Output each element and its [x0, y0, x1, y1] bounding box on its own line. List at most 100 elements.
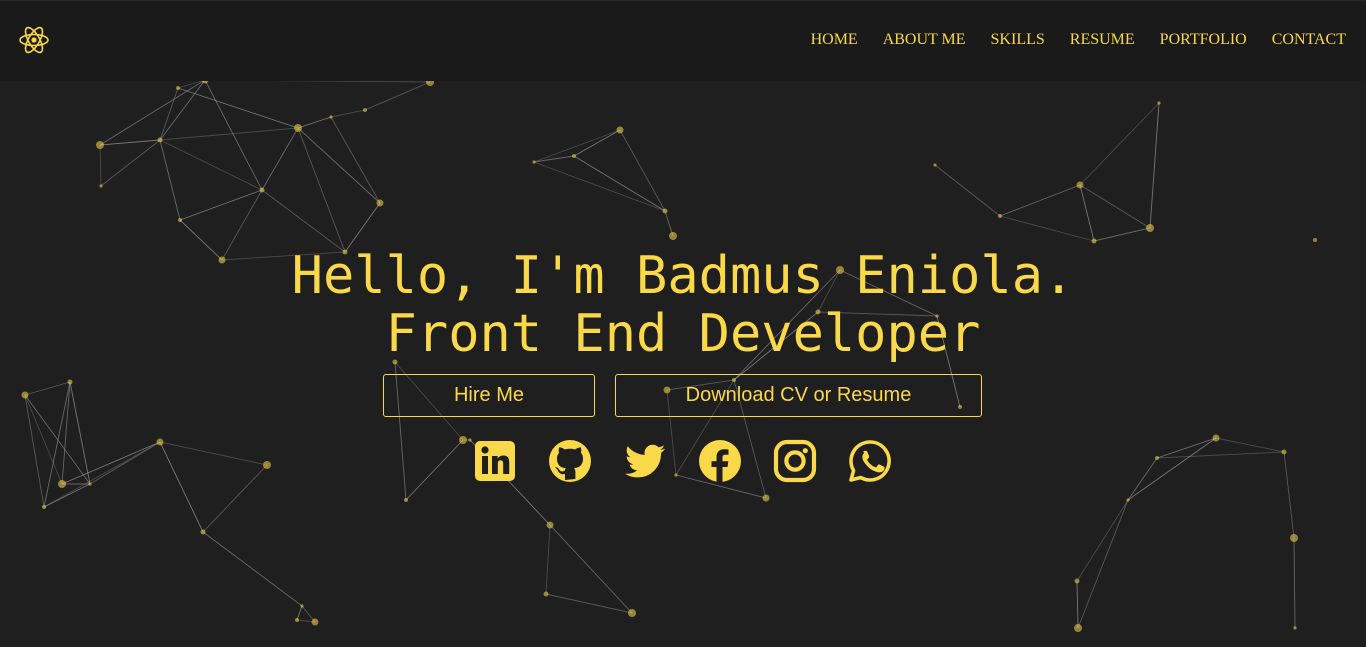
network-node: [662, 208, 668, 214]
github-icon[interactable]: [548, 439, 592, 483]
network-link: [1127, 457, 1158, 501]
network-link: [99, 79, 206, 146]
network-link: [545, 593, 633, 614]
network-link: [177, 79, 206, 89]
page: HOME ABOUT ME SKILLS RESUME PORTFOLIO CO…: [0, 0, 1366, 647]
nav-skills[interactable]: SKILLS: [991, 31, 1045, 49]
network-link: [545, 524, 551, 595]
react-atom-icon[interactable]: [18, 23, 50, 57]
network-node: [815, 309, 821, 315]
network-link: [43, 381, 71, 508]
network-link: [99, 144, 102, 187]
network-link: [1215, 437, 1285, 453]
network-link: [405, 439, 464, 501]
network-link: [1093, 227, 1151, 242]
network-link: [573, 155, 666, 212]
network-link: [24, 394, 91, 485]
instagram-icon[interactable]: [773, 439, 817, 483]
network-link: [733, 269, 841, 381]
download-cv-button[interactable]: Download CV or Resume: [615, 374, 982, 417]
network-node: [200, 529, 206, 535]
network-node: [543, 591, 549, 597]
network-link: [89, 441, 161, 485]
network-node: [1281, 449, 1287, 455]
network-link: [61, 381, 71, 485]
network-link: [330, 116, 381, 204]
nav-home[interactable]: HOME: [811, 31, 858, 49]
network-link: [297, 127, 346, 253]
network-node: [572, 154, 576, 158]
network-link: [1149, 102, 1160, 229]
network-node: [836, 266, 844, 274]
network-link: [261, 127, 299, 191]
network-link: [159, 79, 206, 141]
network-link: [817, 269, 841, 313]
network-link: [159, 87, 179, 141]
network-link: [839, 269, 938, 317]
network-node: [295, 618, 299, 622]
network-link: [1076, 580, 1079, 629]
twitter-icon[interactable]: [623, 439, 667, 483]
network-link: [549, 524, 633, 614]
network-node: [532, 160, 536, 164]
network-link: [533, 161, 666, 212]
whatsapp-icon[interactable]: [848, 439, 892, 483]
network-node: [998, 214, 1002, 218]
network-link: [999, 215, 1095, 242]
network-link: [1127, 437, 1217, 501]
network-node: [1126, 498, 1130, 502]
network-link: [1076, 499, 1129, 582]
network-node: [96, 141, 104, 149]
network-link: [179, 189, 263, 221]
network-link: [1283, 451, 1295, 539]
network-link: [159, 441, 204, 533]
network-link: [69, 381, 91, 485]
network-node: [1146, 224, 1154, 232]
network-link: [1079, 102, 1160, 186]
network-node: [263, 461, 271, 469]
network-node: [616, 126, 624, 134]
network-link: [533, 129, 621, 163]
network-node: [342, 249, 348, 255]
network-node: [1290, 534, 1298, 542]
network-node: [21, 391, 29, 399]
nav-contact[interactable]: CONTACT: [1272, 31, 1346, 49]
network-node: [762, 494, 770, 502]
network-link: [261, 189, 346, 253]
network-node: [1155, 456, 1159, 460]
network-link: [1079, 184, 1095, 242]
network-node: [300, 604, 304, 608]
network-node: [157, 137, 163, 143]
network-node: [176, 86, 180, 90]
network-node: [459, 436, 467, 444]
network-link: [364, 81, 431, 111]
network-link: [999, 184, 1081, 217]
nav-resume[interactable]: RESUME: [1070, 31, 1135, 49]
network-node: [628, 609, 636, 617]
network-link: [24, 394, 45, 508]
network-link: [1079, 184, 1151, 229]
network-link: [1156, 437, 1217, 459]
network-link: [43, 441, 161, 508]
navbar: HOME ABOUT ME SKILLS RESUME PORTFOLIO CO…: [0, 0, 1366, 81]
linkedin-icon[interactable]: [473, 439, 517, 483]
facebook-icon[interactable]: [698, 439, 742, 483]
network-link: [177, 87, 299, 129]
network-link: [100, 139, 161, 187]
network-node: [1313, 238, 1317, 242]
network-node: [156, 438, 164, 446]
nav-portfolio[interactable]: PORTFOLIO: [1160, 31, 1247, 49]
nav-about-me[interactable]: ABOUT ME: [883, 31, 966, 49]
particle-network-background: [21, 76, 1317, 632]
network-link: [202, 531, 303, 607]
network-node: [1074, 578, 1080, 584]
network-link: [159, 139, 263, 191]
network-link: [297, 116, 332, 129]
network-node: [392, 359, 398, 365]
network-link: [296, 605, 303, 621]
network-node: [1293, 626, 1297, 630]
main-nav: HOME ABOUT ME SKILLS RESUME PORTFOLIO CO…: [786, 31, 1346, 49]
hire-me-button[interactable]: Hire Me: [383, 374, 595, 417]
network-link: [817, 311, 938, 317]
network-node: [218, 256, 226, 264]
